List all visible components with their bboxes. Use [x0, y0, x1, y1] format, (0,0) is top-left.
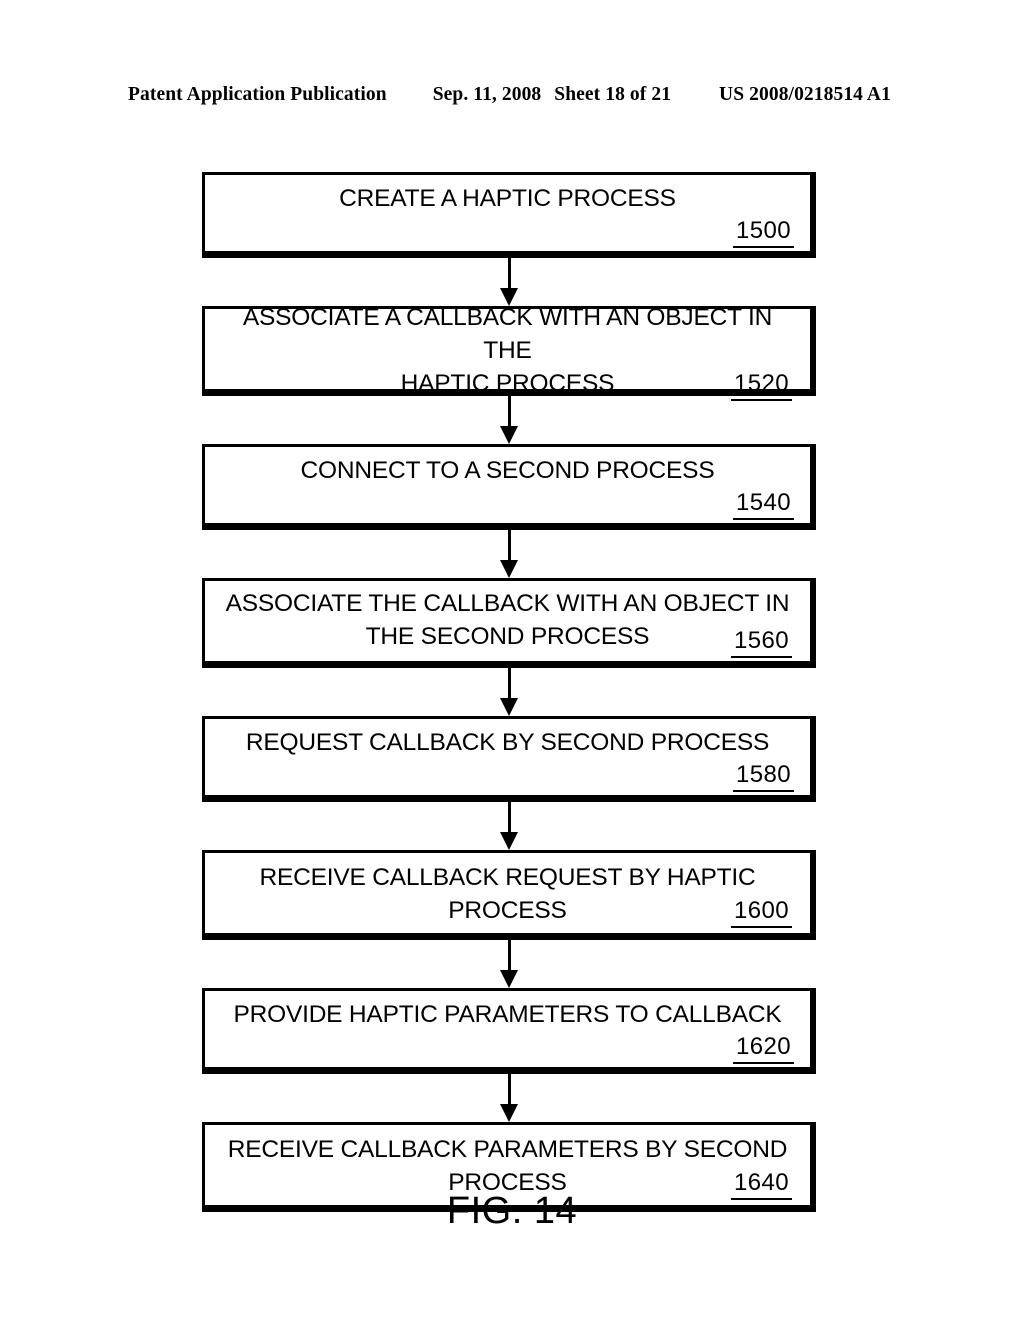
down-arrow-icon	[202, 258, 816, 306]
step-reference-row: 1520	[221, 370, 794, 401]
step-text: REQUEST CALLBACK BY SECOND PROCESS	[245, 728, 770, 756]
arrow-head	[500, 1104, 518, 1122]
flowchart-step-1520: ASSOCIATE A CALLBACK WITH AN OBJECT IN T…	[202, 304, 816, 401]
step-reference-numeral: 1600	[731, 897, 792, 928]
flowchart-step-1540: CONNECT TO A SECOND PROCESS 1540	[202, 444, 816, 530]
flowchart-step-1600: RECEIVE CALLBACK REQUEST BY HAPTIC PROCE…	[202, 850, 816, 940]
step-text: CREATE A HAPTIC PROCESS	[339, 184, 676, 212]
flowchart-step-1620: PROVIDE HAPTIC PARAMETERS TO CALLBACK 16…	[202, 988, 816, 1074]
arrow-head	[500, 426, 518, 444]
step-reference-row: 1580	[221, 761, 794, 792]
step-reference-numeral: 1580	[733, 761, 794, 792]
step-reference-row: 1600	[221, 897, 794, 928]
step-reference-row: 1560	[221, 627, 794, 658]
step-reference-row: 1500	[221, 217, 794, 248]
down-arrow-icon	[202, 802, 816, 850]
step-text: CONNECT TO A SECOND PROCESS	[300, 456, 715, 484]
down-arrow-icon	[202, 940, 816, 988]
figure-caption: FIG. 14	[446, 1190, 578, 1232]
arrow-shaft	[507, 396, 511, 430]
page-header: Patent Application Publication Sep. 11, …	[128, 84, 896, 110]
arrow-shaft	[507, 802, 511, 836]
down-arrow-icon	[202, 668, 816, 716]
arrow-head	[500, 832, 518, 850]
arrow-head	[500, 560, 518, 578]
step-reference-numeral: 1560	[731, 627, 792, 658]
header-publication-label: Patent Application Publication	[128, 84, 387, 105]
flowchart: CREATE A HAPTIC PROCESS 1500 ASSOCIATE A…	[202, 172, 816, 1212]
arrow-shaft	[507, 1074, 511, 1108]
step-reference-numeral: 1500	[733, 217, 794, 248]
down-arrow-icon	[202, 396, 816, 444]
flowchart-step-1580: REQUEST CALLBACK BY SECOND PROCESS 1580	[202, 716, 816, 802]
arrow-shaft	[507, 668, 511, 702]
arrow-head	[500, 970, 518, 988]
step-text: PROVIDE HAPTIC PARAMETERS TO CALLBACK	[233, 1000, 782, 1028]
header-sheet-label: Sheet 18 of 21	[554, 84, 672, 105]
arrow-shaft	[507, 940, 511, 974]
arrow-shaft	[507, 530, 511, 564]
down-arrow-icon	[202, 530, 816, 578]
flowchart-step-1560: ASSOCIATE THE CALLBACK WITH AN OBJECT IN…	[202, 578, 816, 668]
flowchart-step-1500: CREATE A HAPTIC PROCESS 1500	[202, 172, 816, 258]
step-reference-row: 1620	[221, 1033, 794, 1064]
step-reference-numeral: 1620	[733, 1033, 794, 1064]
header-document-number: US 2008/0218514 A1	[719, 84, 891, 105]
header-date-label: Sep. 11, 2008	[432, 84, 542, 105]
down-arrow-icon	[202, 1074, 816, 1122]
arrow-shaft	[507, 258, 511, 292]
step-reference-row: 1540	[221, 489, 794, 520]
arrow-head	[500, 698, 518, 716]
step-reference-numeral: 1540	[733, 489, 794, 520]
